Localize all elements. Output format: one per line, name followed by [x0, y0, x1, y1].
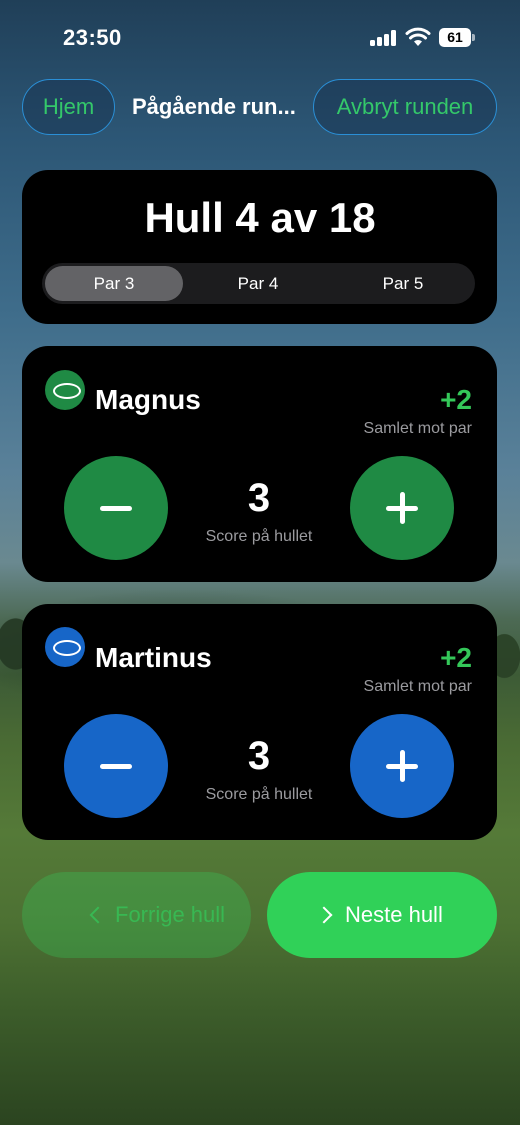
- cellular-signal-icon: [370, 30, 398, 46]
- home-button[interactable]: Hjem: [22, 79, 115, 135]
- total-to-par-label: Samlet mot par: [363, 420, 472, 437]
- decrement-score-button[interactable]: [64, 714, 168, 818]
- page-title: Pågående run...: [132, 94, 296, 119]
- par-option-4[interactable]: Par 4: [189, 266, 327, 301]
- hole-score: 3: [247, 734, 271, 778]
- total-to-par: +2: [440, 384, 472, 415]
- cancel-round-button[interactable]: Avbryt runden: [313, 79, 497, 135]
- previous-hole-button[interactable]: Forrige hull: [22, 872, 251, 958]
- next-hole-button[interactable]: Neste hull: [267, 872, 497, 958]
- next-hole-label: Neste hull: [345, 902, 443, 927]
- frisbee-disc-icon: [45, 627, 85, 667]
- wifi-icon: [405, 27, 431, 46]
- player-name: Martinus: [95, 642, 212, 673]
- battery-icon: 61: [439, 28, 475, 47]
- status-time: 23:50: [63, 25, 122, 50]
- par-segmented-control[interactable]: Par 3 Par 4 Par 5: [42, 263, 475, 304]
- hole-score-label: Score på hullet: [205, 786, 313, 803]
- par-option-5[interactable]: Par 5: [334, 266, 472, 301]
- chevron-right-icon: [315, 906, 333, 924]
- minus-icon: [100, 506, 132, 511]
- chevron-left-icon: [89, 906, 107, 924]
- increment-score-button[interactable]: [350, 456, 454, 560]
- frisbee-disc-icon: [45, 370, 85, 410]
- hole-title: Hull 4 av 18: [144, 194, 376, 241]
- status-bar: 23:50 61: [0, 0, 520, 76]
- previous-hole-label: Forrige hull: [115, 902, 226, 927]
- total-to-par-label: Samlet mot par: [363, 678, 472, 695]
- hole-score: 3: [247, 476, 271, 520]
- battery-level: 61: [439, 28, 471, 47]
- minus-icon: [100, 764, 132, 769]
- increment-score-button[interactable]: [350, 714, 454, 818]
- player-name: Magnus: [95, 384, 201, 415]
- total-to-par: +2: [440, 642, 472, 673]
- hole-score-label: Score på hullet: [205, 528, 313, 545]
- decrement-score-button[interactable]: [64, 456, 168, 560]
- par-option-3[interactable]: Par 3: [45, 266, 183, 301]
